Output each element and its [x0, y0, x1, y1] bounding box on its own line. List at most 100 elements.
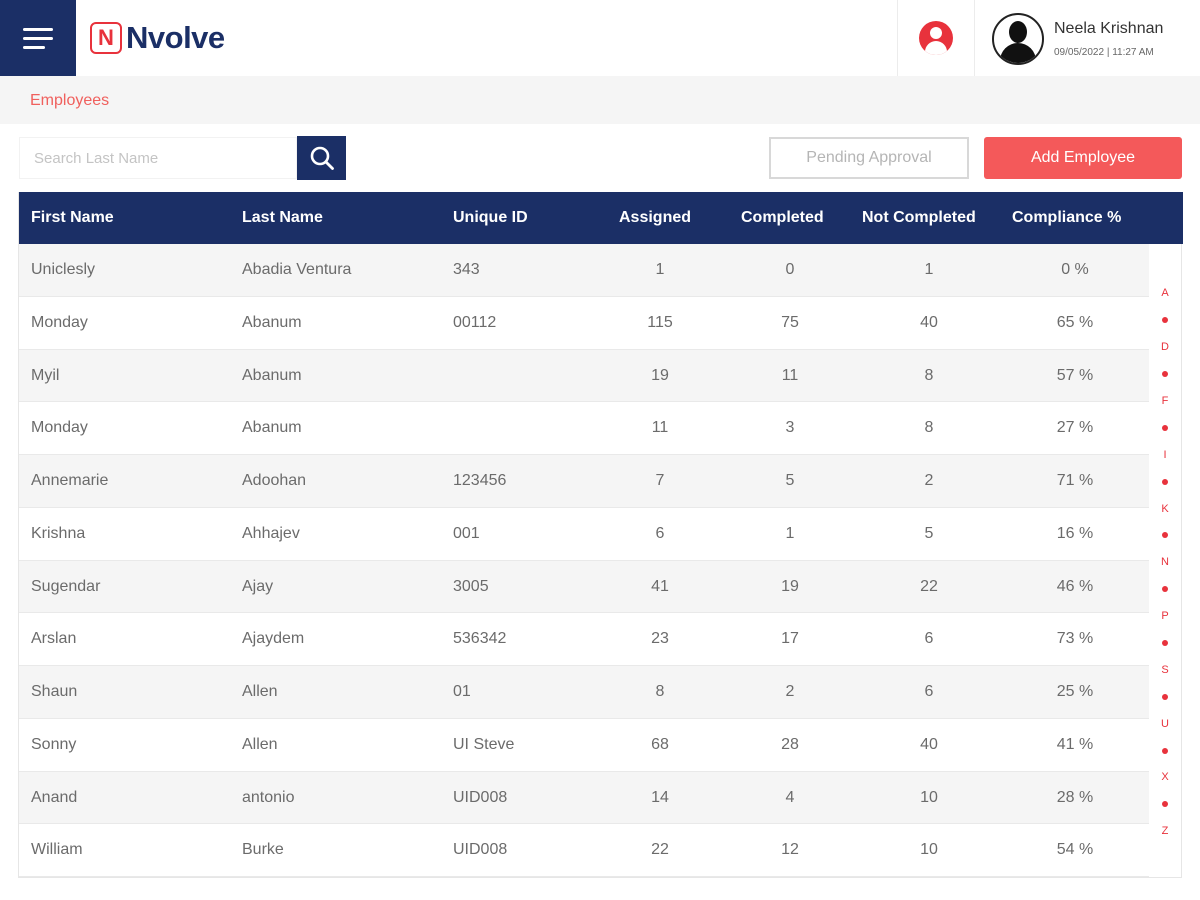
- table-row[interactable]: William Burke UID008 22 12 10 54 %: [19, 824, 1149, 877]
- cell-last-name: Abadia Ventura: [242, 261, 352, 278]
- cell-not-completed: 10: [920, 788, 938, 806]
- column-header-assigned[interactable]: Assigned: [619, 192, 691, 244]
- cell-completed: 4: [785, 788, 795, 806]
- alpha-index-d[interactable]: D: [1150, 334, 1180, 361]
- alpha-index-f[interactable]: F: [1150, 388, 1180, 415]
- table-row[interactable]: Uniclesly Abadia Ventura 343 1 0 1 0 %: [19, 244, 1149, 297]
- alpha-index-u[interactable]: U: [1150, 710, 1180, 737]
- cell-compliance: 28 %: [1056, 788, 1094, 806]
- cell-assigned: 11: [651, 419, 669, 437]
- table-row[interactable]: Monday Abanum 00112 115 75 40 65 %: [19, 296, 1149, 350]
- cell-last-name: Allen: [242, 683, 278, 700]
- cell-not-completed: 8: [924, 419, 934, 437]
- alpha-index-dot[interactable]: [1150, 683, 1180, 710]
- alpha-index-x[interactable]: X: [1150, 764, 1180, 791]
- alphabet-index: A D F I K N P S U X Z: [1150, 280, 1180, 845]
- cell-unique-id: 3005: [453, 577, 489, 595]
- table-row[interactable]: Arslan Ajaydem 536342 23 17 6 73 %: [19, 613, 1149, 666]
- logo-mark: N: [90, 22, 122, 54]
- alpha-index-dot[interactable]: [1150, 630, 1180, 657]
- table-row[interactable]: Monday Abanum 11 3 8 27 %: [19, 402, 1149, 455]
- alpha-index-dot[interactable]: [1150, 468, 1180, 495]
- profile-button[interactable]: [898, 0, 974, 76]
- cell-not-completed: 2: [924, 472, 934, 489]
- alpha-index-dot[interactable]: [1150, 361, 1180, 388]
- alpha-index-dot[interactable]: [1150, 576, 1180, 603]
- alpha-index-k[interactable]: K: [1150, 495, 1180, 522]
- cell-compliance: 57 %: [1056, 366, 1094, 384]
- cell-assigned: 41: [651, 577, 669, 595]
- search-button[interactable]: [297, 136, 346, 180]
- column-header-completed[interactable]: Completed: [741, 192, 824, 244]
- cell-compliance: 41 %: [1056, 735, 1094, 753]
- cell-last-name: Allen: [242, 735, 278, 753]
- alpha-index-p[interactable]: P: [1150, 603, 1180, 630]
- cell-not-completed: 8: [924, 366, 934, 384]
- table-row[interactable]: Annemarie Adoohan 123456 7 5 2 71 %: [19, 455, 1149, 508]
- cell-first-name: Annemarie: [31, 472, 109, 489]
- cell-not-completed: 10: [920, 841, 938, 859]
- column-header-unique-id[interactable]: Unique ID: [453, 192, 528, 244]
- breadcrumb[interactable]: Employees: [30, 92, 109, 110]
- table-header: First Name Last Name Unique ID Assigned …: [19, 192, 1183, 244]
- cell-compliance: 27 %: [1056, 419, 1094, 437]
- app-logo[interactable]: N Nvolve: [90, 20, 225, 56]
- alpha-index-s[interactable]: S: [1150, 656, 1180, 683]
- alpha-index-z[interactable]: Z: [1150, 818, 1180, 845]
- cell-compliance: 16 %: [1056, 524, 1094, 542]
- cell-last-name: Ahhajev: [242, 524, 300, 542]
- cell-unique-id: 01: [453, 683, 471, 700]
- pending-approval-button[interactable]: Pending Approval: [769, 137, 969, 179]
- app-header: N Nvolve Neela Krishnan 09/05/2022 | 11:…: [0, 0, 1200, 76]
- alpha-index-dot[interactable]: [1150, 414, 1180, 441]
- cell-last-name: Abanum: [242, 366, 302, 384]
- avatar[interactable]: [992, 13, 1044, 65]
- cell-compliance: 71 %: [1056, 472, 1094, 489]
- cell-first-name: Sugendar: [31, 577, 101, 595]
- table-row[interactable]: Sonny Allen UI Steve 68 28 40 41 %: [19, 718, 1149, 772]
- table-row[interactable]: Shaun Allen 01 8 2 6 25 %: [19, 666, 1149, 719]
- cell-completed: 3: [785, 419, 795, 437]
- dot-icon: [1162, 317, 1168, 324]
- column-header-first-name[interactable]: First Name: [31, 192, 114, 244]
- login-timestamp: 09/05/2022 | 11:27 AM: [1054, 47, 1154, 58]
- cell-not-completed: 6: [924, 630, 934, 648]
- cell-completed: 1: [785, 524, 795, 542]
- cell-assigned: 115: [647, 313, 673, 331]
- search-input[interactable]: [19, 137, 297, 179]
- cell-unique-id: UI Steve: [453, 735, 515, 753]
- menu-button[interactable]: [0, 0, 76, 76]
- cell-unique-id: UID008: [453, 788, 508, 806]
- alpha-index-dot[interactable]: [1150, 737, 1180, 764]
- table-row[interactable]: Anand antonio UID008 14 4 10 28 %: [19, 771, 1149, 825]
- cell-first-name: Uniclesly: [31, 261, 96, 278]
- breadcrumb-bar: Employees: [0, 76, 1200, 124]
- cell-first-name: Myil: [31, 366, 60, 384]
- column-header-not-completed[interactable]: Not Completed: [862, 192, 976, 244]
- cell-not-completed: 5: [924, 524, 934, 542]
- alpha-index-i[interactable]: I: [1150, 441, 1180, 468]
- column-header-compliance[interactable]: Compliance %: [1012, 192, 1121, 244]
- cell-first-name: Arslan: [31, 630, 77, 648]
- cell-compliance: 46 %: [1056, 577, 1094, 595]
- alpha-index-dot[interactable]: [1150, 307, 1180, 334]
- table-row[interactable]: Sugendar Ajay 3005 41 19 22 46 %: [19, 560, 1149, 614]
- cell-completed: 28: [781, 735, 799, 753]
- alpha-index-dot[interactable]: [1150, 791, 1180, 818]
- cell-last-name: antonio: [242, 788, 295, 806]
- cell-completed: 12: [781, 841, 799, 859]
- cell-compliance: 54 %: [1056, 841, 1094, 859]
- table-row[interactable]: Krishna Ahhajev 001 6 1 5 16 %: [19, 507, 1149, 561]
- add-employee-button[interactable]: Add Employee: [984, 137, 1182, 179]
- cell-assigned: 23: [651, 630, 669, 648]
- cell-assigned: 14: [651, 788, 669, 806]
- column-header-last-name[interactable]: Last Name: [242, 192, 323, 244]
- cell-assigned: 1: [655, 261, 665, 278]
- user-name: Neela Krishnan: [1054, 20, 1164, 37]
- alpha-index-n[interactable]: N: [1150, 549, 1180, 576]
- table-row[interactable]: Myil Abanum 19 11 8 57 %: [19, 349, 1149, 403]
- dot-icon: [1162, 586, 1168, 593]
- dot-icon: [1162, 693, 1168, 700]
- alpha-index-a[interactable]: A: [1150, 280, 1180, 307]
- alpha-index-dot[interactable]: [1150, 522, 1180, 549]
